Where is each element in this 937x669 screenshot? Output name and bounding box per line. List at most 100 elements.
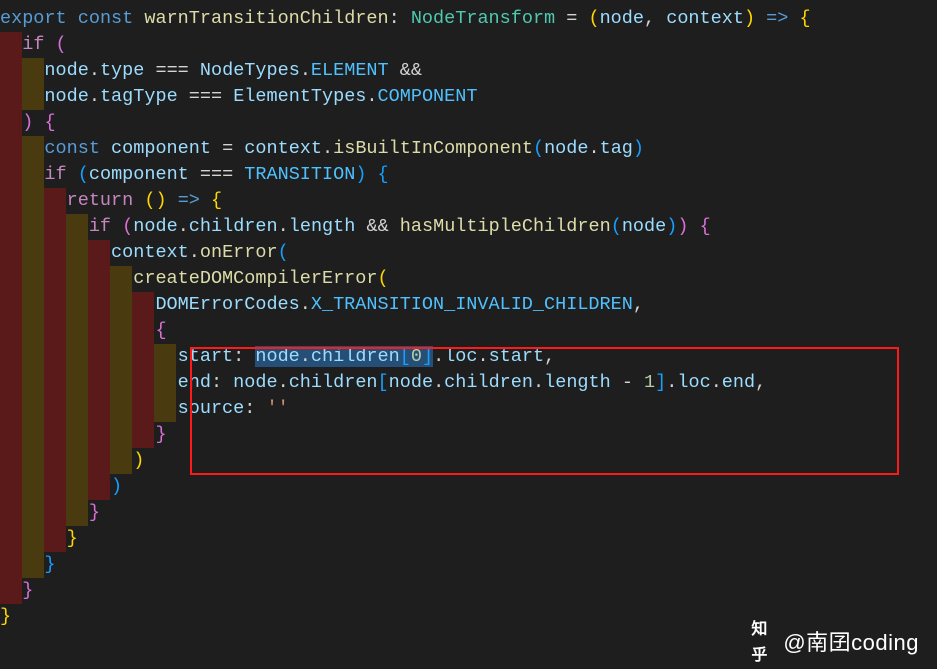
token-con: COMPONENT (378, 86, 478, 107)
token-prop: end (178, 372, 211, 393)
code-line: } (0, 526, 937, 552)
token-pun: === (189, 164, 245, 185)
token-brace-b: ] (655, 372, 666, 393)
token-brace-p: { (700, 216, 711, 237)
token-pun: . (533, 372, 544, 393)
token-pun (200, 190, 211, 211)
code-text: ) (0, 476, 122, 497)
token-prop: start (178, 346, 234, 367)
code-line: source: '' (0, 396, 937, 422)
token-var: NodeTypes (200, 60, 300, 81)
token-var: component (111, 138, 211, 159)
token-pun: && (389, 60, 422, 81)
token-pun: . (300, 346, 311, 367)
code-text: ) { (0, 112, 56, 133)
token-pun (133, 190, 144, 211)
token-var: node (255, 346, 299, 367)
token-var: ElementTypes (233, 86, 366, 107)
token-fn: warnTransitionChildren (144, 8, 388, 29)
token-pun (688, 216, 699, 237)
code-text: if (component === TRANSITION) { (0, 164, 389, 185)
code-line: end: node.children[node.children.length … (0, 370, 937, 396)
token-pun (33, 112, 44, 133)
token-brace-b: ( (78, 164, 89, 185)
code-text: if ( (0, 34, 67, 55)
token-kw: const (44, 138, 100, 159)
token-brace-y: ( (377, 268, 388, 289)
code-text: context.onError( (0, 242, 289, 263)
code-line: } (0, 422, 937, 448)
token-brace-b: [ (378, 372, 389, 393)
code-text: if (node.children.length && hasMultipleC… (0, 216, 711, 237)
token-pun: - (611, 372, 644, 393)
token-brace-y: { (799, 8, 810, 29)
token-var: node (44, 60, 88, 81)
code-line: createDOMCompilerError( (0, 266, 937, 292)
token-pun: . (477, 346, 488, 367)
token-prop: loc (677, 372, 710, 393)
token-brace-b: ) (633, 138, 644, 159)
token-brace-p: } (22, 580, 33, 601)
code-text: end: node.children[node.children.length … (0, 372, 766, 393)
token-brace-y: } (67, 528, 78, 549)
token-brace-p: { (155, 320, 166, 341)
token-brace-p: ( (122, 216, 133, 237)
token-prop: children (189, 216, 278, 237)
token-prop: length (544, 372, 611, 393)
token-con: ELEMENT (311, 60, 389, 81)
token-prop: loc (444, 346, 477, 367)
token-pun: . (433, 372, 444, 393)
token-pun: && (355, 216, 399, 237)
token-pun (67, 8, 78, 29)
code-text: start: node.children[0].loc.start, (0, 346, 555, 367)
token-pun: = (211, 138, 244, 159)
token-pun (44, 34, 55, 55)
token-prop: tagType (100, 86, 178, 107)
token-pun: = (555, 8, 588, 29)
code-line: } (0, 578, 937, 604)
token-prop: end (722, 372, 755, 393)
token-var: node (233, 372, 277, 393)
token-var: context (244, 138, 322, 159)
token-brace-b: ( (533, 138, 544, 159)
token-pun: . (711, 372, 722, 393)
token-var: node (622, 216, 666, 237)
token-kw2: return (67, 190, 134, 211)
code-line: context.onError( (0, 240, 937, 266)
token-brace-y: ) (744, 8, 755, 29)
token-pun (111, 216, 122, 237)
token-pun: === (178, 86, 234, 107)
code-text: } (0, 424, 167, 445)
token-kw: => (766, 8, 788, 29)
token-num: 0 (411, 346, 422, 367)
code-line: ) { (0, 110, 937, 136)
code-line: if (node.children.length && hasMultipleC… (0, 214, 937, 240)
token-prop: length (289, 216, 356, 237)
token-kw2: if (89, 216, 111, 237)
token-pun: : (233, 346, 255, 367)
token-prop: tag (600, 138, 633, 159)
token-brace-b: ) (111, 476, 122, 497)
code-line: { (0, 318, 937, 344)
code-line: node.type === NodeTypes.ELEMENT && (0, 58, 937, 84)
token-pun: . (300, 60, 311, 81)
token-brace-p: ( (56, 34, 67, 55)
token-var: node (389, 372, 433, 393)
token-pun (755, 8, 766, 29)
token-brace-y: { (211, 190, 222, 211)
token-pun: . (300, 294, 311, 315)
token-brace-b: { (378, 164, 389, 185)
token-pun: . (366, 86, 377, 107)
token-pun: === (144, 60, 200, 81)
code-text: node.type === NodeTypes.ELEMENT && (0, 60, 422, 81)
token-kw2: if (44, 164, 66, 185)
token-brace-b: ) (666, 216, 677, 237)
token-pun (788, 8, 799, 29)
token-pun: , (544, 346, 555, 367)
watermark: 知乎 @南囝coding (751, 630, 919, 656)
token-con: TRANSITION (244, 164, 355, 185)
code-text: } (0, 580, 33, 601)
token-brace-y: } (0, 606, 11, 627)
token-type: NodeTransform (411, 8, 555, 29)
code-text: export const warnTransitionChildren: Nod… (0, 8, 811, 29)
